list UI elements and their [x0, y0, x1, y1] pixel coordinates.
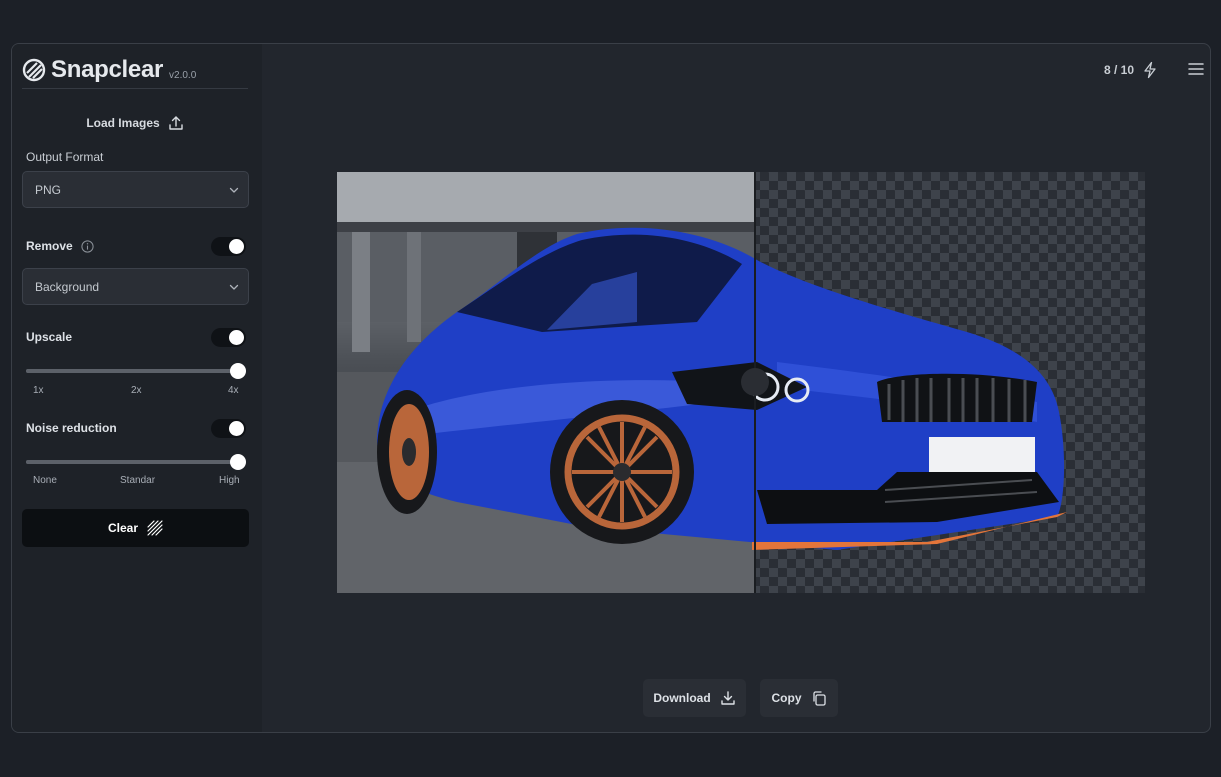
upload-icon: [168, 116, 183, 130]
lightning-icon: [1144, 61, 1156, 79]
app-name: Snapclear: [51, 56, 164, 83]
slider-fill: [26, 369, 238, 373]
remove-target-select[interactable]: Background: [22, 268, 249, 305]
upscale-label: Upscale: [26, 330, 73, 344]
toggle-knob: [229, 421, 244, 436]
noise-reduction-toggle[interactable]: [211, 419, 246, 438]
output-format-value: PNG: [35, 182, 62, 197]
info-icon[interactable]: [81, 239, 94, 253]
copy-label: Copy: [771, 691, 802, 705]
remove-row: Remove: [26, 239, 94, 253]
noise-reduction-slider[interactable]: [26, 454, 246, 470]
comparison-handle[interactable]: [741, 368, 769, 396]
noise-reduction-label: Noise reduction: [26, 421, 117, 435]
slider-thumb[interactable]: [230, 454, 246, 470]
remove-toggle[interactable]: [211, 237, 246, 256]
toggle-knob: [229, 330, 244, 345]
upscale-tick-2x: 2x: [131, 385, 142, 396]
hamburger-menu-icon[interactable]: [1188, 62, 1204, 76]
load-images-button[interactable]: Load Images: [22, 107, 248, 139]
credits-value: 8 / 10: [1104, 63, 1135, 77]
brand-header: Snapclear v2.0.0: [22, 52, 248, 89]
upscale-tick-4x: 4x: [228, 385, 239, 396]
slider-fill: [26, 460, 238, 464]
copy-icon: [812, 691, 826, 706]
output-format-label: Output Format: [26, 150, 104, 164]
sidebar: Snapclear v2.0.0 Load Images Output Form…: [12, 44, 262, 732]
noise-tick-standard: Standar: [120, 475, 156, 486]
comparison-preview[interactable]: [337, 172, 1145, 593]
app-version: v2.0.0: [169, 69, 197, 81]
upscale-tick-1x: 1x: [33, 385, 44, 396]
upscale-toggle[interactable]: [211, 328, 246, 347]
chevron-down-icon: [229, 284, 239, 290]
download-button[interactable]: Download: [643, 679, 746, 717]
noise-tick-high: High: [219, 475, 240, 486]
clear-label: Clear: [107, 521, 139, 535]
copy-button[interactable]: Copy: [760, 679, 838, 717]
remove-label: Remove: [26, 239, 73, 253]
load-images-label: Load Images: [86, 116, 160, 130]
remove-target-value: Background: [35, 279, 100, 294]
snapclear-logo-icon: [22, 58, 46, 82]
credits-counter: 8 / 10: [1104, 60, 1158, 80]
output-format-select[interactable]: PNG: [22, 171, 249, 208]
download-icon: [720, 691, 735, 705]
clear-button[interactable]: Clear: [22, 509, 249, 547]
upscale-slider[interactable]: [26, 363, 246, 379]
chevron-down-icon: [229, 187, 239, 193]
diagonal-lines-icon: [147, 520, 163, 536]
toggle-knob: [229, 239, 244, 254]
download-label: Download: [653, 691, 711, 705]
noise-tick-none: None: [33, 475, 57, 486]
app-window: Snapclear v2.0.0 Load Images Output Form…: [11, 43, 1211, 733]
slider-thumb[interactable]: [230, 363, 246, 379]
